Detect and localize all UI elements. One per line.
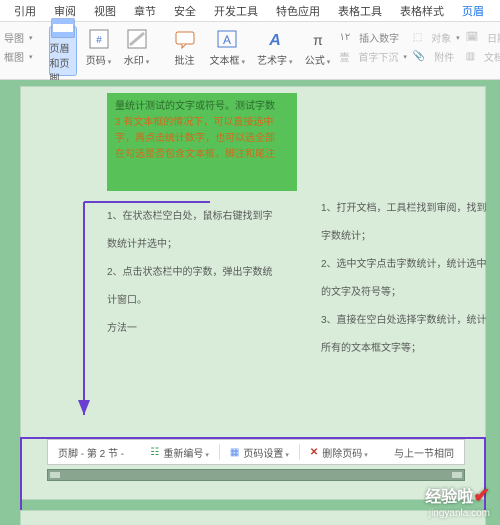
para: 1、打开文档，工具栏找到审阅，找到 <box>321 199 491 219</box>
paperclip-icon: 📎 <box>413 51 425 62</box>
page-setup-button[interactable]: ▦页码设置 <box>220 440 299 464</box>
annotate-label: 批注 <box>175 52 195 67</box>
page-number-icon: # <box>86 28 112 50</box>
watermark-button[interactable]: 水印 <box>121 26 153 69</box>
page-1[interactable]: 量统计测试的文字或符号。测试字数 3 有文本框的情况下，可以直接选中 字，再点击… <box>20 86 486 500</box>
tab-view[interactable]: 视图 <box>94 3 116 19</box>
object-button[interactable]: ⬚ 对象 <box>413 30 460 45</box>
formula-label: 公式 <box>305 52 331 67</box>
page-number-button[interactable]: # 页码 <box>83 26 115 69</box>
ribbon: 导图 框图 页眉和页脚 # 页码 水印 批注 A 文本框 A <box>0 22 500 80</box>
body-right-column[interactable]: 1、打开文档，工具栏找到审阅，找到 字数统计； 2、选中文字点击字数统计，统计选… <box>321 199 491 367</box>
tab-chapter[interactable]: 章节 <box>134 3 156 19</box>
nav-map-button[interactable]: 导图 <box>4 30 33 45</box>
textbox-label: 文本框 <box>210 52 246 67</box>
footer-section-label: 页脚 - 第 2 节 - <box>48 440 134 464</box>
formula-icon: π <box>305 28 331 50</box>
annotate-button[interactable]: 批注 <box>169 26 201 69</box>
tab-security[interactable]: 安全 <box>174 3 196 19</box>
renumber-icon: ☷ <box>150 447 159 458</box>
dropcap-icon: 壹 <box>340 49 350 64</box>
selected-text-block[interactable]: 量统计测试的文字或符号。测试字数 3 有文本框的情况下，可以直接选中 字，再点击… <box>107 93 297 191</box>
para: 所有的文本框文字等； <box>321 339 491 359</box>
delete-page-number-button[interactable]: ✕删除页码 <box>300 440 378 464</box>
ribbon-right-stack3: 🗓 日期 ▥ 文档部 <box>466 26 500 64</box>
frame-map-button[interactable]: 框图 <box>4 49 33 64</box>
svg-text:A: A <box>268 32 281 49</box>
sel-line: 3 有文本框的情况下，可以直接选中 <box>115 115 289 131</box>
ribbon-right-stack2: ⬚ 对象 📎 附件 <box>413 26 460 64</box>
ribbon-left-stack: 导图 框图 <box>4 26 33 64</box>
dropcap-button[interactable]: 壹 首字下沉 <box>340 49 407 64</box>
wordart-button[interactable]: A 艺术字 <box>254 26 296 69</box>
tab-header[interactable]: 页眉 <box>462 3 484 19</box>
insert-number-icon: ١٢ <box>340 32 351 43</box>
para: 字数统计； <box>321 227 491 247</box>
footer-toolbar: 页脚 - 第 2 节 - ☷重新编号 ▦页码设置 ✕删除页码 与上一节相同 <box>47 439 465 465</box>
tab-table-style[interactable]: 表格样式 <box>400 3 444 19</box>
docparts-button[interactable]: ▥ 文档部 <box>466 49 500 64</box>
sel-line: 在勾选是否包含文本框，脚注和尾注 <box>115 147 289 163</box>
header-footer-button[interactable]: 页眉和页脚 <box>49 26 77 76</box>
formula-button[interactable]: π 公式 <box>302 26 334 69</box>
watermark-icon <box>124 28 150 50</box>
attach-button[interactable]: 📎 附件 <box>413 49 460 64</box>
tab-devtools[interactable]: 开发工具 <box>214 3 258 19</box>
datetime-button[interactable]: 🗓 日期 <box>466 30 500 45</box>
textbox-icon: A <box>214 28 240 50</box>
document-canvas[interactable]: 量统计测试的文字或符号。测试字数 3 有文本框的情况下，可以直接选中 字，再点击… <box>0 80 500 525</box>
svg-text:π: π <box>313 32 323 48</box>
close-icon: ✕ <box>310 447 318 458</box>
tab-review[interactable]: 审阅 <box>54 3 76 19</box>
page-2[interactable] <box>20 510 486 525</box>
annotate-icon <box>172 28 198 50</box>
same-as-previous-button[interactable]: 与上一节相同 <box>384 440 464 464</box>
page-number-label: 页码 <box>86 52 112 67</box>
header-footer-icon <box>50 18 76 38</box>
para: 数统计并选中； <box>107 235 297 255</box>
para: 计窗口。 <box>107 291 297 311</box>
insert-number-button[interactable]: ١٢ 插入数字 <box>340 30 407 45</box>
tab-reference[interactable]: 引用 <box>14 3 36 19</box>
para: 方法一 <box>107 319 297 339</box>
textbox-button[interactable]: A 文本框 <box>207 26 249 69</box>
docparts-icon: ▥ <box>466 51 475 62</box>
tab-table-tools[interactable]: 表格工具 <box>338 3 382 19</box>
header-footer-label: 页眉和页脚 <box>50 40 76 85</box>
svg-text:#: # <box>96 35 102 46</box>
horizontal-scrollbar[interactable] <box>47 469 465 481</box>
wordart-icon: A <box>262 28 288 50</box>
gear-icon: ▦ <box>230 447 239 458</box>
watermark-label: 水印 <box>124 52 150 67</box>
body-left-column[interactable]: 1、在状态栏空白处，鼠标右键找到字 数统计并选中； 2、点击状态栏中的字数，弹出… <box>107 207 297 347</box>
sel-line: 字，再点击统计数字，也可以选全部 <box>115 131 289 147</box>
tab-special[interactable]: 特色应用 <box>276 3 320 19</box>
wordart-label: 艺术字 <box>257 52 293 67</box>
renumber-button[interactable]: ☷重新编号 <box>140 440 218 464</box>
object-icon: ⬚ <box>413 32 422 43</box>
para: 1、在状态栏空白处，鼠标右键找到字 <box>107 207 297 227</box>
footer-area: 页脚 - 第 2 节 - ☷重新编号 ▦页码设置 ✕删除页码 与上一节相同 <box>47 439 465 481</box>
para: 3、直接在空白处选择字数统计，统计 <box>321 311 491 331</box>
ribbon-right-stack: ١٢ 插入数字 壹 首字下沉 <box>340 26 407 64</box>
para: 的文字及符号等； <box>321 283 491 303</box>
sel-line: 量统计测试的文字或符号。测试字数 <box>115 99 289 115</box>
calendar-icon: 🗓 <box>466 32 479 43</box>
para: 2、点击状态栏中的字数，弹出字数统 <box>107 263 297 283</box>
svg-text:A: A <box>223 33 231 47</box>
para: 2、选中文字点击字数统计，统计选中 <box>321 255 491 275</box>
